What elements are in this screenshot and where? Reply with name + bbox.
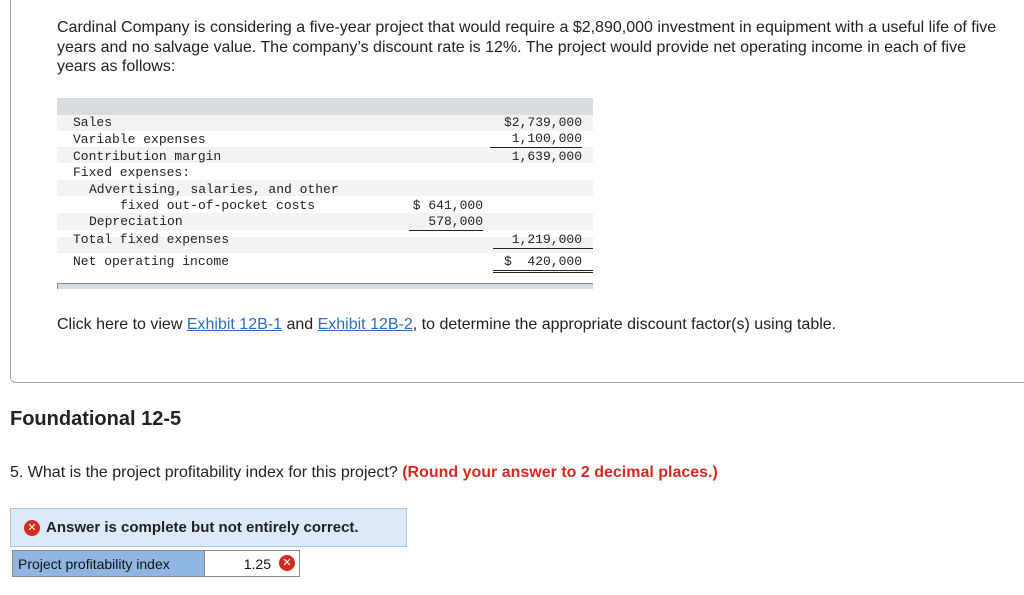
table-row-label: Contribution margin	[73, 149, 222, 164]
x-circle-icon: ✕	[24, 520, 40, 536]
table-scrollbar[interactable]	[57, 283, 593, 289]
table-row-label: fixed out-of-pocket costs	[120, 198, 316, 213]
table-row-value: $ 420,000	[493, 254, 593, 273]
exhibit-12b-1-link[interactable]: Exhibit 12B-1	[187, 316, 282, 333]
rounding-hint: (Round your answer to 2 decimal places.)	[402, 464, 718, 481]
exhibit-prefix: Click here to view	[57, 316, 187, 333]
feedback-text: Answer is complete but not entirely corr…	[46, 519, 359, 536]
table-row-label: Sales	[73, 115, 113, 130]
answer-field[interactable]: 1.25 ✕	[206, 551, 299, 576]
answer-label: Project profitability index	[13, 551, 205, 576]
exhibit-instructions: Click here to view Exhibit 12B-1 and Exh…	[57, 316, 836, 334]
table-row-value: 1,100,000	[490, 131, 582, 148]
section-title: Foundational 12-5	[10, 408, 182, 430]
exhibit-suffix: , to determine the appropriate discount …	[412, 316, 837, 333]
x-circle-icon: ✕	[279, 555, 295, 571]
table-row-label: Fixed expenses:	[73, 165, 191, 180]
question-text: 5. What is the project profitability ind…	[10, 464, 718, 482]
table-row-label: Net operating income	[73, 254, 230, 269]
feedback-banner: ✕ Answer is complete but not entirely co…	[10, 508, 407, 547]
problem-intro: Cardinal Company is considering a five-y…	[57, 19, 997, 75]
answer-row: Project profitability index 1.25 ✕	[12, 550, 300, 577]
table-row-value: 1,639,000	[511, 149, 582, 164]
table-row-value: $2,739,000	[503, 115, 582, 130]
table-row-value: 1,219,000	[493, 232, 593, 249]
exhibit-12b-2-link[interactable]: Exhibit 12B-2	[318, 316, 413, 333]
table-row-mid-value: 578,000	[409, 214, 483, 231]
table-row-label: Variable expenses	[73, 132, 206, 147]
question-prompt: 5. What is the project profitability ind…	[10, 464, 403, 481]
table-row-label: Advertising, salaries, and other	[89, 182, 339, 197]
table-row-label: Depreciation	[89, 214, 183, 229]
table-header-bar	[57, 98, 593, 115]
income-statement-table: Sales $2,739,000 Variable expenses 1,100…	[57, 98, 593, 275]
table-row-label: Total fixed expenses	[73, 232, 230, 247]
table-row-mid-value: $ 641,000	[412, 198, 483, 213]
exhibit-middle: and	[282, 316, 318, 333]
answer-value: 1.25	[243, 556, 271, 572]
